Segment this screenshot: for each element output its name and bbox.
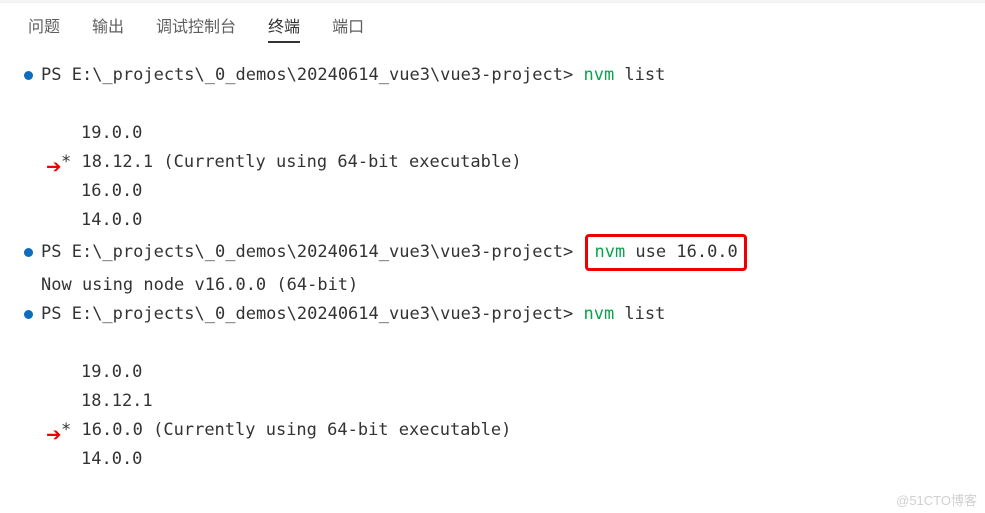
watermark: @51CTO博客 [896,490,977,509]
active-marker: * [41,416,81,445]
node-version: 19.0.0 [81,119,142,148]
command-args: list [624,300,665,329]
terminal-line: Now using node v16.0.0 (64-bit) [24,271,961,300]
prompt-path: E:\_projects\_0_demos\20240614_vue3\vue3… [72,238,584,267]
terminal-line: PS E:\_projects\_0_demos\20240614_vue3\v… [24,61,961,90]
terminal-line: 14.0.0 [24,445,961,474]
node-version: 19.0.0 [81,358,142,387]
terminal-panel[interactable]: PS E:\_projects\_0_demos\20240614_vue3\v… [0,49,985,486]
active-line-bullet-icon [24,248,33,257]
tab-problems[interactable]: 问题 [28,13,60,43]
ps-label: PS [41,300,72,329]
terminal-line: 19.0.0 [24,358,961,387]
node-version: 16.0.0 [81,416,142,445]
terminal-line: 16.0.0 [24,177,961,206]
terminal-line: 19.0.0 [24,119,961,148]
command-output: Now using node v16.0.0 (64-bit) [41,271,358,300]
command-args: use 16.0.0 [635,238,737,267]
tab-terminal[interactable]: 终端 [268,13,300,43]
ps-label: PS [41,61,72,90]
terminal-line: PS E:\_projects\_0_demos\20240614_vue3\v… [24,300,961,329]
node-version: 18.12.1 [81,387,153,416]
active-line-bullet-icon [24,310,33,319]
command-name: nvm [594,238,635,267]
node-version: 14.0.0 [81,445,142,474]
active-line-bullet-icon [24,71,33,80]
blank-line [24,329,961,358]
tab-ports[interactable]: 端口 [332,13,364,43]
prompt-path: E:\_projects\_0_demos\20240614_vue3\vue3… [72,300,584,329]
active-version-suffix: (Currently using 64-bit executable) [143,416,511,445]
terminal-line: 18.12.1 [24,387,961,416]
tab-output[interactable]: 输出 [92,13,124,43]
terminal-line: ➔ * 16.0.0 (Currently using 64-bit execu… [24,416,961,445]
command-name: nvm [583,300,624,329]
node-version: 18.12.1 [81,148,153,177]
node-version: 14.0.0 [81,206,142,235]
red-highlight-annotation: nvm use 16.0.0 [585,234,746,271]
terminal-line: ➔ * 18.12.1 (Currently using 64-bit exec… [24,148,961,177]
panel-tabs: 问题 输出 调试控制台 终端 端口 [0,3,985,49]
terminal-line: 14.0.0 [24,206,961,235]
prompt-path: E:\_projects\_0_demos\20240614_vue3\vue3… [72,61,584,90]
active-version-suffix: (Currently using 64-bit executable) [153,148,521,177]
active-marker: * [41,148,81,177]
command-args: list [624,61,665,90]
blank-line [24,90,961,119]
ps-label: PS [41,238,72,267]
terminal-line: PS E:\_projects\_0_demos\20240614_vue3\v… [24,234,961,271]
tab-debug-console[interactable]: 调试控制台 [156,13,236,43]
command-name: nvm [583,61,624,90]
node-version: 16.0.0 [81,177,142,206]
